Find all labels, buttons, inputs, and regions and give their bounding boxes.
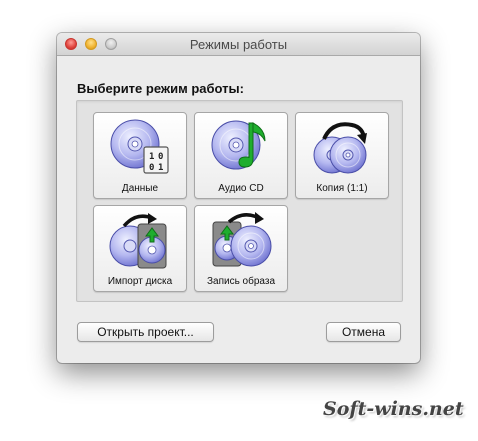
disc-burn-image-icon bbox=[212, 212, 272, 267]
title-bar[interactable]: Режимы работы bbox=[57, 33, 420, 56]
mode-data-button[interactable]: 1 0 0 1 Данные bbox=[93, 112, 187, 199]
modes-dialog: Режимы работы Выберите режим работы: 1 0… bbox=[57, 33, 420, 363]
prompt-label: Выберите режим работы: bbox=[77, 81, 244, 96]
cancel-button[interactable]: Отмена bbox=[326, 322, 401, 342]
mode-data-label: Данные bbox=[121, 183, 159, 194]
digit-4: 1 bbox=[158, 163, 163, 173]
digit-2: 0 bbox=[158, 152, 163, 162]
disc-copy-icon bbox=[313, 122, 367, 174]
mode-import-disc-button[interactable]: Импорт диска bbox=[93, 205, 187, 292]
mode-copy-label: Копия (1:1) bbox=[316, 183, 368, 194]
open-project-button[interactable]: Открыть проект... bbox=[77, 322, 214, 342]
mode-burn-image-button[interactable]: Запись образа bbox=[194, 205, 288, 292]
window-title: Режимы работы bbox=[189, 37, 288, 52]
disc-binary-data-icon: 1 0 0 1 bbox=[110, 119, 169, 174]
digit-3: 0 bbox=[149, 163, 154, 173]
modes-panel: 1 0 0 1 Данные Аудио CD Копия (1:1) Импо… bbox=[76, 100, 403, 302]
mode-copy-button[interactable]: Копия (1:1) bbox=[295, 112, 389, 199]
watermark: Soft-wins.net bbox=[323, 398, 464, 420]
disc-import-icon bbox=[109, 213, 167, 269]
mode-import-disc-label: Импорт диска bbox=[107, 276, 173, 287]
disc-music-note-icon bbox=[211, 120, 266, 170]
mode-burn-image-label: Запись образа bbox=[206, 276, 276, 287]
digit-1: 1 bbox=[149, 152, 154, 162]
mode-audio-cd-label: Аудио CD bbox=[218, 183, 264, 194]
mode-audio-cd-button[interactable]: Аудио CD bbox=[194, 112, 288, 199]
